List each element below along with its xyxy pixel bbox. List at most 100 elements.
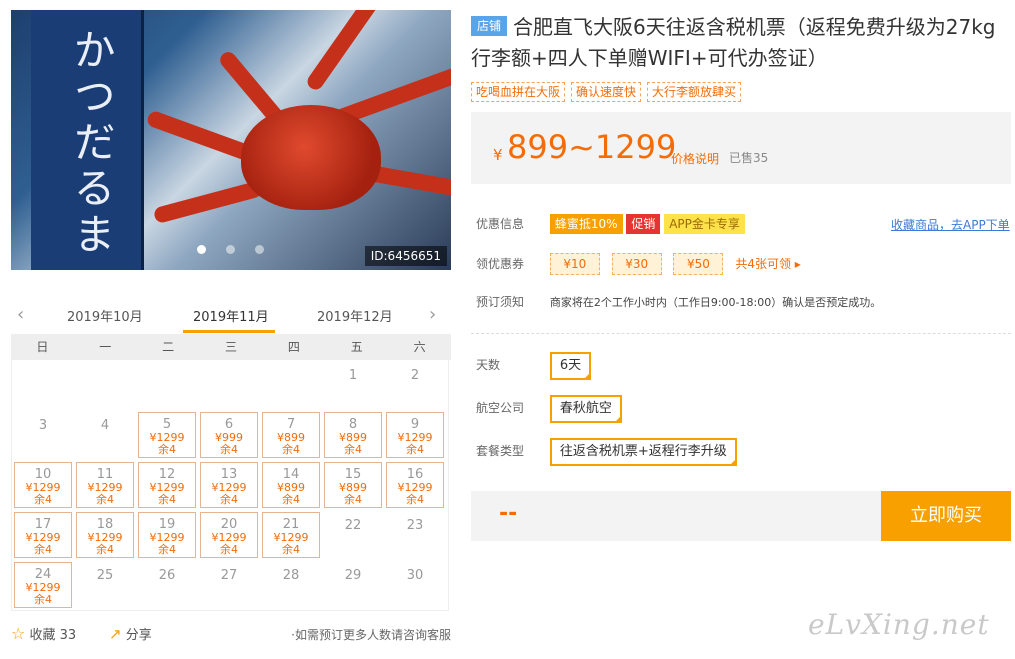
sold-count: 已售35 [729, 151, 769, 165]
day-number: 16 [406, 467, 424, 482]
star-icon: ☆ [11, 624, 26, 643]
day-number: 8 [348, 417, 358, 432]
calendar-day-9[interactable]: 9 ¥1299 余4 [386, 412, 444, 458]
image-id-badge: ID:6456651 [364, 246, 447, 266]
day-stock: 余4 [96, 493, 114, 506]
package-option[interactable]: 往返含税机票+返程行李升级 [549, 438, 737, 466]
weekday-label: 三 [225, 340, 238, 354]
prev-month-arrow-icon[interactable]: ‹ [17, 304, 24, 325]
carousel-dot[interactable] [255, 245, 264, 254]
date-calendar: ‹ 2019年10月 2019年11月 2019年12月 › 日 一 二 三 四 五 六 1… [11, 300, 451, 611]
calendar-day-6[interactable]: 6 ¥999 余4 [200, 412, 258, 458]
calendar-day-28: 28 [260, 560, 322, 610]
carousel-dots[interactable] [187, 239, 274, 258]
day-number: 30 [406, 568, 424, 583]
day-stock: 余4 [158, 493, 176, 506]
buy-bar: -- 立即购买 [471, 491, 1011, 541]
calendar-day-8[interactable]: 8 ¥899 余4 [324, 412, 382, 458]
crab-leg [304, 10, 404, 93]
weekday-label: 五 [350, 340, 363, 354]
calendar-day-3: 3 [12, 410, 74, 460]
month-switcher: ‹ 2019年10月 2019年11月 2019年12月 › [11, 300, 451, 333]
day-number: 2 [410, 368, 420, 383]
next-month-arrow-icon[interactable]: › [429, 304, 436, 325]
calendar-day-10[interactable]: 10 ¥1299 余4 [14, 462, 72, 508]
promo-row: 优惠信息 蜂蜜抵10% 促销 APP金卡专享 [476, 214, 745, 234]
favorite-label: 收藏 [29, 628, 56, 643]
favorite-app-link[interactable]: 收藏商品，去APP下单 [891, 216, 1010, 233]
day-number: 20 [220, 517, 238, 532]
share-button[interactable]: ↗ 分享 [109, 624, 152, 643]
calendar-day-21[interactable]: 21 ¥1299 余4 [262, 512, 320, 558]
day-number: 19 [158, 517, 176, 532]
calendar-day-14[interactable]: 14 ¥899 余4 [262, 462, 320, 508]
calendar-day-1: 1 [322, 360, 384, 410]
calendar-day-24[interactable]: 24 ¥1299 余4 [14, 562, 72, 608]
calendar-day-19[interactable]: 19 ¥1299 余4 [138, 512, 196, 558]
price-note-link[interactable]: 价格说明 [671, 150, 719, 167]
calendar-day-4: 4 [74, 410, 136, 460]
crab-body [241, 105, 381, 210]
airline-option[interactable]: 春秋航空 [549, 395, 622, 423]
day-stock: 余4 [158, 543, 176, 556]
buy-now-button[interactable]: 立即购买 [881, 491, 1011, 541]
weekday-label: 一 [99, 340, 112, 354]
coupon-30[interactable]: ¥30 [611, 253, 662, 275]
month-tab-current[interactable]: 2019年11月 [193, 306, 269, 325]
weekday-header: 日一二三四五六 [11, 334, 451, 360]
calendar-day-22: 22 [322, 510, 384, 560]
total-price: -- [499, 501, 518, 526]
calendar-day-12[interactable]: 12 ¥1299 余4 [138, 462, 196, 508]
calendar-day-5[interactable]: 5 ¥1299 余4 [138, 412, 196, 458]
product-title: 合肥直飞大阪6天往返含税机票（返程免费升级为27kg行李额+四人下单赠WIFI+… [471, 15, 996, 70]
highlight-tag: 确认速度快 [571, 82, 642, 102]
day-stock: 余4 [220, 543, 238, 556]
day-number: 18 [96, 517, 114, 532]
calendar-day-20[interactable]: 20 ¥1299 余4 [200, 512, 258, 558]
day-stock: 余4 [344, 493, 362, 506]
calendar-grid: 1 2 3 4 5 ¥1299 余4 6 ¥999 余4 7 ¥899 余4 8 ¥899 余4 9 ¥1299 余… [11, 360, 449, 611]
calendar-empty-cell [136, 360, 198, 410]
day-stock: 余4 [34, 543, 52, 556]
day-number: 5 [162, 417, 172, 432]
calendar-day-13[interactable]: 13 ¥1299 余4 [200, 462, 258, 508]
day-stock: 余4 [158, 443, 176, 456]
day-number: 12 [158, 467, 176, 482]
shop-sign: かつだるま [31, 10, 144, 270]
carousel-dot[interactable] [226, 245, 235, 254]
contact-note: ·如需预订更多人数请咨询客服 [291, 628, 451, 642]
days-option[interactable]: 6天 [549, 352, 592, 380]
day-number: 24 [34, 567, 52, 582]
calendar-day-18[interactable]: 18 ¥1299 余4 [76, 512, 134, 558]
day-number: 14 [282, 467, 300, 482]
calendar-day-15[interactable]: 15 ¥899 余4 [324, 462, 382, 508]
coupon-50[interactable]: ¥50 [673, 253, 724, 275]
coupon-10[interactable]: ¥10 [549, 253, 600, 275]
airline-label: 航空公司 [476, 401, 525, 415]
day-stock: 余4 [406, 443, 424, 456]
day-stock: 余4 [282, 493, 300, 506]
coupon-more-link[interactable]: 共4张可领 ▸ [735, 257, 801, 271]
calendar-day-16[interactable]: 16 ¥1299 余4 [386, 462, 444, 508]
favorite-button[interactable]: ☆ 收藏 33 [11, 624, 76, 643]
calendar-day-17[interactable]: 17 ¥1299 余4 [14, 512, 72, 558]
day-number: 25 [96, 568, 114, 583]
share-label: 分享 [125, 628, 152, 643]
calendar-day-29: 29 [322, 560, 384, 610]
day-number: 22 [344, 518, 362, 533]
airline-row: 航空公司 春秋航空 [476, 395, 622, 423]
month-tab-prev[interactable]: 2019年10月 [67, 306, 143, 325]
package-row: 套餐类型 往返含税机票+返程行李升级 [476, 438, 737, 466]
day-number: 11 [96, 467, 114, 482]
calendar-day-25: 25 [74, 560, 136, 610]
calendar-day-11[interactable]: 11 ¥1299 余4 [76, 462, 134, 508]
month-tab-next[interactable]: 2019年12月 [317, 306, 393, 325]
carousel-dot[interactable] [197, 245, 206, 254]
calendar-empty-cell [198, 360, 260, 410]
day-number: 23 [406, 518, 424, 533]
product-image[interactable]: かつだるま ID:6456651 [11, 10, 451, 270]
coupon-row: 领优惠券 ¥10 ¥30 ¥50 共4张可领 ▸ [476, 253, 801, 275]
calendar-empty-cell [12, 360, 74, 410]
calendar-day-7[interactable]: 7 ¥899 余4 [262, 412, 320, 458]
highlight-tag: 吃喝血拼在大阪 [471, 82, 566, 102]
